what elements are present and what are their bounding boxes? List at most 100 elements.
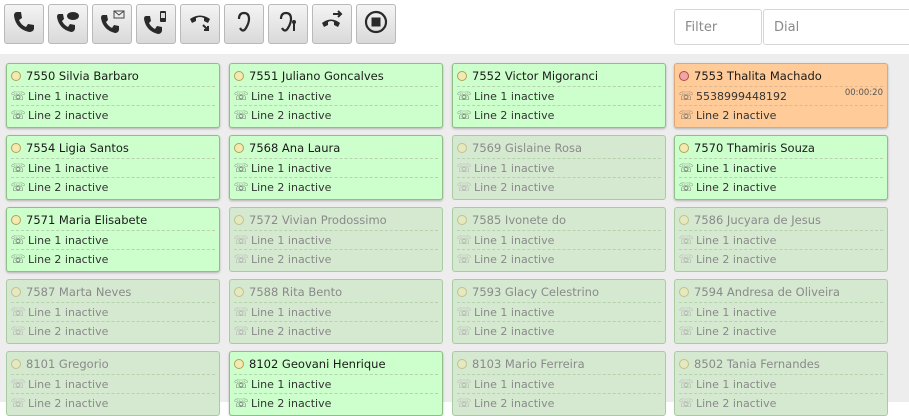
line-1-status[interactable]: ☏ Line 1 inactive [11,374,215,393]
line-1-status[interactable]: ☏ Line 1 inactive [679,374,883,393]
line-2-status[interactable]: ☏ Line 2 inactive [457,321,661,340]
line-text: Line 1 inactive [251,161,332,175]
extension-card[interactable]: 8502 Tania Fernandes ☏ Line 1 inactive ☏ Lin… [674,351,888,416]
extension-card[interactable]: 7550 Silvia Barbaro ☏ Line 1 inactive ☏ Line… [6,63,220,128]
line-2-status[interactable]: ☏ Line 2 inactive [234,393,438,412]
voicemail-button[interactable] [92,4,132,44]
phone-icon: ☏ [678,396,694,410]
line-2-status[interactable]: ☏ Line 2 inactive [679,393,883,412]
extension-card[interactable]: 7588 Rita Bento ☏ Line 1 inactive ☏ Line 2 i… [229,279,443,344]
line-2-status[interactable]: ☏ Line 2 inactive [679,177,883,196]
line-1-status[interactable]: ☏ Line 1 inactive [679,230,883,249]
extension-card[interactable]: 7554 Ligia Santos ☏ Line 1 inactive ☏ Line 2… [6,135,220,200]
line-2-status[interactable]: ☏ Line 2 inactive [679,105,883,124]
extension-label: 7587 Marta Neves [26,285,132,299]
extension-card[interactable]: 7570 Thamiris Souza ☏ Line 1 inactive ☏ Line… [674,135,888,200]
line-1-status[interactable]: ☏ Line 1 inactive [234,374,438,393]
transfer-button[interactable] [312,4,352,44]
line-2-status[interactable]: ☏ Line 2 inactive [679,321,883,340]
phone-icon: ☏ [678,377,694,391]
line-text: Line 1 inactive [696,305,777,319]
extension-card[interactable]: 8103 Mario Ferreira ☏ Line 1 inactive ☏ Line… [452,351,666,416]
extension-card[interactable]: 7586 Jucyara de Jesus ☏ Line 1 inactive ☏ Li… [674,207,888,272]
line-1-status[interactable]: ☏ Line 1 inactive [234,230,438,249]
line-2-status[interactable]: ☏ Line 2 inactive [11,249,215,268]
extension-header: 7571 Maria Elisabete [11,213,215,227]
extension-label: 7569 Gislaine Rosa [472,141,583,155]
phone-icon: ☏ [10,89,26,103]
line-2-status[interactable]: ☏ Line 2 inactive [234,321,438,340]
line-1-status[interactable]: ☏ Line 1 inactive [11,230,215,249]
dial-input[interactable] [763,9,909,45]
extension-card[interactable]: 7552 Victor Migoranci ☏ Line 1 inactive ☏ Li… [452,63,666,128]
phone-icon: ☏ [10,377,26,391]
status-face-icon [457,287,467,297]
extension-header: 7587 Marta Neves [11,285,215,299]
line-1-status[interactable]: ☏ Line 1 inactive [234,86,438,105]
line-1-status[interactable]: ☏ Line 1 inactive [457,158,661,177]
hangup-button[interactable] [180,4,220,44]
line-2-status[interactable]: ☏ Line 2 inactive [11,393,215,412]
extension-card[interactable]: 7572 Vivian Prodossimo ☏ Line 1 inactive ☏ L… [229,207,443,272]
line-2-status[interactable]: ☏ Line 2 inactive [11,105,215,124]
line-1-status[interactable]: ☏ 5538999448192 00:00:20 [679,86,883,105]
status-face-icon [234,287,244,297]
filter-input[interactable] [674,9,762,45]
phone-icon: ☏ [233,233,249,247]
phone-icon: ☏ [678,233,694,247]
line-1-status[interactable]: ☏ Line 1 inactive [457,374,661,393]
whisper-button[interactable] [268,4,308,44]
line-2-status[interactable]: ☏ Line 2 inactive [457,177,661,196]
extension-card[interactable]: 7551 Juliano Goncalves ☏ Line 1 inactive ☏ L… [229,63,443,128]
line-1-status[interactable]: ☏ Line 1 inactive [457,230,661,249]
status-face-icon [457,215,467,225]
line-1-status[interactable]: ☏ Line 1 inactive [234,302,438,321]
extension-header: 8502 Tania Fernandes [679,357,883,371]
line-2-status[interactable]: ☏ Line 2 inactive [11,321,215,340]
line-2-status[interactable]: ☏ Line 2 inactive [234,105,438,124]
line-1-status[interactable]: ☏ Line 1 inactive [234,158,438,177]
phone-icon: ☏ [10,161,26,175]
extension-card[interactable]: 7569 Gislaine Rosa ☏ Line 1 inactive ☏ Line … [452,135,666,200]
line-1-status[interactable]: ☏ Line 1 inactive [457,86,661,105]
sms-button[interactable] [136,4,176,44]
extension-card[interactable]: 7553 Thalita Machado ☏ 5538999448192 00:00:… [674,63,888,128]
line-2-status[interactable]: ☏ Line 2 inactive [11,177,215,196]
line-2-status[interactable]: ☏ Line 2 inactive [234,249,438,268]
line-text: Line 2 inactive [28,108,109,122]
line-1-status[interactable]: ☏ Line 1 inactive [457,302,661,321]
status-face-icon [679,143,689,153]
stop-button[interactable] [356,4,396,44]
phone-icon: ☏ [10,180,26,194]
extension-card[interactable]: 8102 Geovani Henrique ☏ Line 1 inactive ☏ Li… [229,351,443,416]
line-2-status[interactable]: ☏ Line 2 inactive [679,249,883,268]
line-1-status[interactable]: ☏ Line 1 inactive [11,158,215,177]
line-1-status[interactable]: ☏ Line 1 inactive [11,86,215,105]
listen-button[interactable] [224,4,264,44]
status-face-icon [679,359,689,369]
line-2-status[interactable]: ☏ Line 2 inactive [457,393,661,412]
line-2-status[interactable]: ☏ Line 2 inactive [234,177,438,196]
line-text: Line 1 inactive [474,89,555,103]
line-text: Line 1 inactive [28,161,109,175]
extension-card[interactable]: 7571 Maria Elisabete ☏ Line 1 inactive ☏ Lin… [6,207,220,272]
line-1-status[interactable]: ☏ Line 1 inactive [679,302,883,321]
phone-icon [11,9,37,40]
phone-icon: ☏ [233,180,249,194]
extension-label: 7588 Rita Bento [249,285,343,299]
extension-card[interactable]: 7593 Glacy Celestrino ☏ Line 1 inactive ☏ Li… [452,279,666,344]
extension-header: 7585 Ivonete do [457,213,661,227]
line-1-status[interactable]: ☏ Line 1 inactive [679,158,883,177]
line-2-status[interactable]: ☏ Line 2 inactive [457,249,661,268]
line-1-status[interactable]: ☏ Line 1 inactive [11,302,215,321]
extension-card[interactable]: 7585 Ivonete do ☏ Line 1 inactive ☏ Line 2 i… [452,207,666,272]
line-2-status[interactable]: ☏ Line 2 inactive [457,105,661,124]
extension-card[interactable]: 7594 Andresa de Oliveira ☏ Line 1 inactive… [674,279,888,344]
phone-icon: ☏ [10,396,26,410]
extension-card[interactable]: 7568 Ana Laura ☏ Line 1 inactive ☏ Line 2 in… [229,135,443,200]
message-button[interactable] [48,4,88,44]
extension-card[interactable]: 7587 Marta Neves ☏ Line 1 inactive ☏ Line 2 … [6,279,220,344]
call-button[interactable] [4,4,44,44]
extension-card[interactable]: 8101 Gregorio ☏ Line 1 inactive ☏ Line 2 ina… [6,351,220,416]
line-text: Line 1 inactive [696,377,777,391]
